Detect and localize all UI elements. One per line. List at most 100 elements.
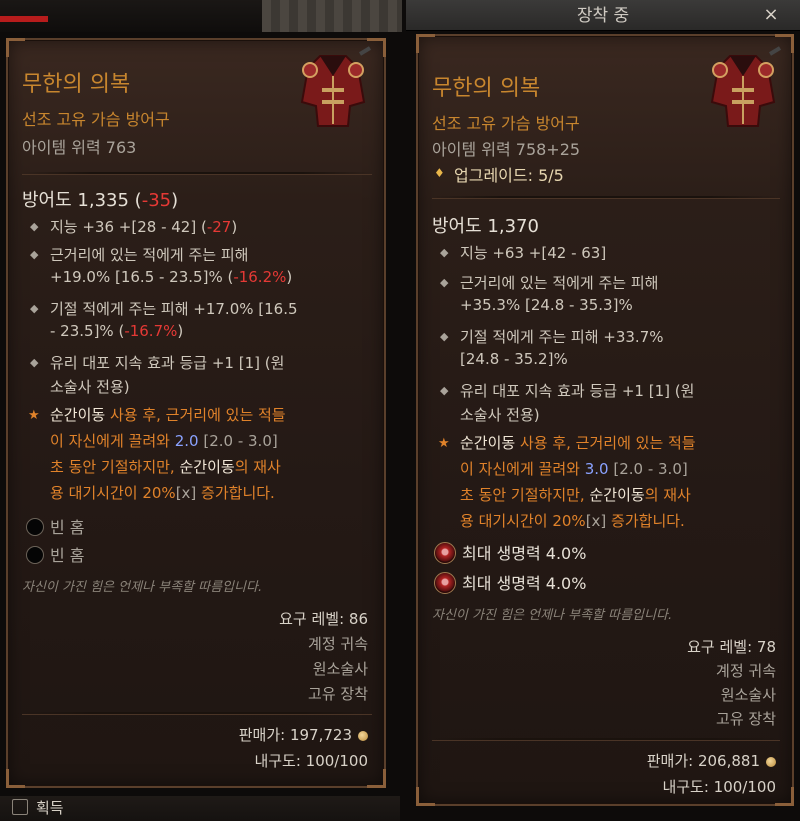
stat-stun-damage-line1: 기절 적에게 주는 피해 +17.0% [16.5 bbox=[50, 300, 298, 318]
divider bbox=[22, 712, 372, 715]
unique-scaling: [x] bbox=[175, 484, 197, 502]
flavor-text: 자신이 가진 힘은 언제나 부족할 따름입니다. bbox=[22, 580, 263, 595]
unique-equipped: 고유 장착 bbox=[716, 710, 776, 728]
frame-corner bbox=[367, 769, 386, 788]
sell-value-text: 판매가: 206,881 bbox=[646, 752, 760, 770]
sell-value-text: 판매가: 197,723 bbox=[238, 726, 352, 744]
diamond-bullet-icon: ◆ bbox=[440, 246, 449, 259]
unique-line1: 순간이동 사용 후, 근거리에 있는 적들 bbox=[50, 404, 286, 425]
paren: ) bbox=[171, 190, 179, 211]
gold-coin-icon bbox=[766, 756, 776, 767]
stat-intelligence: 지능 +36 +[28 - 42] (-27) bbox=[50, 216, 237, 237]
socket-label: 빈 홈 bbox=[50, 546, 85, 565]
equipped-label: 장착 중 bbox=[576, 6, 630, 26]
diamond-bullet-icon: ◆ bbox=[30, 248, 39, 261]
star-icon: ★ bbox=[438, 436, 450, 451]
armor-rating: 방어도 1,370 bbox=[432, 216, 539, 237]
unique-keyword: 순간이동 bbox=[50, 406, 106, 424]
item-power: 아이템 위력 763 bbox=[22, 138, 137, 157]
acquire-bar[interactable]: 획득 bbox=[0, 796, 400, 821]
stat-close-damage-line2: +19.0% [16.5 - 23.5]% (-16.2%) bbox=[50, 268, 292, 286]
stat-diff: -16.2% bbox=[233, 268, 287, 286]
stat-glass-cannon-line1: 유리 대포 지속 효과 등급 +1 [1] (원 bbox=[50, 354, 285, 372]
divider bbox=[22, 172, 372, 175]
stat-diff: -16.7% bbox=[124, 322, 178, 340]
stat-text: - 23.5]% ( bbox=[50, 322, 125, 340]
class-requirement: 원소술사 bbox=[312, 660, 368, 678]
item-name: 무한의 의복 bbox=[432, 76, 541, 101]
stat-glass-cannon-line2: 소술사 전용) bbox=[460, 406, 540, 424]
flavor-text: 자신이 가진 힘은 언제나 부족할 따름입니다. bbox=[432, 608, 673, 623]
background-bar bbox=[0, 0, 402, 32]
unique-text: 증가합니다. bbox=[606, 512, 685, 530]
stat-intelligence: 지능 +63 +[42 - 63] bbox=[460, 244, 607, 262]
unique-keyword: 순간이동 bbox=[179, 458, 235, 476]
divider bbox=[432, 196, 780, 199]
unique-line3: 초 동안 기절하지만, 순간이동의 재사 bbox=[50, 456, 281, 477]
armor-value: 방어도 1,335 bbox=[22, 190, 129, 211]
diamond-bullet-icon: ◆ bbox=[440, 384, 449, 397]
item-name: 무한의 의복 bbox=[22, 72, 131, 97]
required-level: 요구 레벨: 78 bbox=[687, 638, 776, 656]
ruby-gem-icon bbox=[434, 572, 456, 594]
chest-armor-icon bbox=[710, 46, 782, 127]
close-icon[interactable]: × bbox=[762, 6, 780, 24]
unique-line4: 용 대기시간이 20%[x] 증가합니다. bbox=[460, 510, 685, 531]
diamond-bullet-icon: ◆ bbox=[30, 302, 39, 315]
unique-text: 초 동안 기절하지만, bbox=[50, 458, 180, 476]
diamond-bullet-icon: ◆ bbox=[440, 330, 449, 343]
unique-text: 사용 후, 근거리에 있는 적들 bbox=[515, 434, 696, 452]
stat-close-damage-line2: +35.3% [24.8 - 35.3]% bbox=[460, 296, 633, 314]
paren: ) bbox=[177, 322, 184, 340]
unique-value: 3.0 bbox=[584, 460, 609, 478]
gold-coin-icon bbox=[358, 730, 368, 741]
stat-glass-cannon-line1: 유리 대포 지속 효과 등급 +1 [1] (원 bbox=[460, 382, 695, 400]
diamond-bullet-icon: ◆ bbox=[30, 356, 39, 369]
unique-text: 용 대기시간이 20% bbox=[460, 512, 586, 530]
socket-label: 빈 홈 bbox=[50, 518, 85, 537]
unique-equipped: 고유 장착 bbox=[308, 685, 368, 703]
item-tooltip-hovered: 무한의 의복 선조 고유 가슴 방어구 아이템 위력 763 방어도 1,335… bbox=[6, 38, 386, 788]
unique-value: 2.0 bbox=[174, 432, 199, 450]
item-type: 선조 고유 가슴 방어구 bbox=[432, 114, 580, 133]
unique-text: 이 자신에게 끌려와 bbox=[50, 432, 175, 450]
unique-line1: 순간이동 사용 후, 근거리에 있는 적들 bbox=[460, 432, 696, 453]
armor-diff: -35 bbox=[141, 190, 172, 211]
unique-line3: 초 동안 기절하지만, 순간이동의 재사 bbox=[460, 484, 691, 505]
chest-armor-icon bbox=[300, 46, 372, 127]
unique-keyword: 순간이동 bbox=[460, 434, 516, 452]
armor-rating: 방어도 1,335 (-35) bbox=[22, 186, 178, 212]
required-level: 요구 레벨: 86 bbox=[279, 610, 368, 628]
unique-text: 의 재사 bbox=[644, 486, 691, 504]
stat-stun-damage-line2: - 23.5]% (-16.7%) bbox=[50, 322, 183, 340]
sell-value: 판매가: 197,723 bbox=[239, 724, 368, 745]
empty-socket-icon bbox=[26, 518, 44, 536]
frame-corner bbox=[416, 787, 435, 806]
item-type: 선조 고유 가슴 방어구 bbox=[22, 110, 170, 129]
item-tooltip-equipped: 무한의 의복 선조 고유 가슴 방어구 아이템 위력 758+25 ♦ 업그레이… bbox=[416, 34, 794, 806]
gem-bonus: 최대 생명력 4.0% bbox=[462, 574, 587, 593]
frame-corner bbox=[6, 769, 25, 788]
divider bbox=[432, 738, 780, 741]
unique-keyword: 순간이동 bbox=[589, 486, 645, 504]
stat-glass-cannon-line2: 소술사 전용) bbox=[50, 378, 130, 396]
class-requirement: 원소술사 bbox=[720, 686, 776, 704]
durability: 내구도: 100/100 bbox=[254, 752, 368, 770]
stat-stun-damage-line2: [24.8 - 35.2]% bbox=[460, 350, 568, 368]
account-bound: 계정 귀속 bbox=[716, 662, 776, 680]
diamond-bullet-icon: ◆ bbox=[440, 276, 449, 289]
unique-text: 용 대기시간이 20% bbox=[50, 484, 176, 502]
frame-corner bbox=[416, 34, 435, 53]
equipped-banner: 장착 중 × bbox=[406, 0, 800, 31]
unique-text: 이 자신에게 끌려와 bbox=[460, 460, 585, 478]
diamond-bullet-icon: ◆ bbox=[30, 220, 39, 233]
unique-text: 초 동안 기절하지만, bbox=[460, 486, 590, 504]
unique-line2: 이 자신에게 끌려와 2.0 [2.0 - 3.0] bbox=[50, 430, 278, 451]
health-strip bbox=[0, 16, 48, 22]
sell-value: 판매가: 206,881 bbox=[647, 750, 776, 771]
frame-corner bbox=[775, 787, 794, 806]
unique-text: 사용 후, 근거리에 있는 적들 bbox=[105, 406, 286, 424]
paren: ) bbox=[231, 218, 238, 236]
unique-scaling: [x] bbox=[585, 512, 607, 530]
stone-texture bbox=[262, 0, 402, 32]
